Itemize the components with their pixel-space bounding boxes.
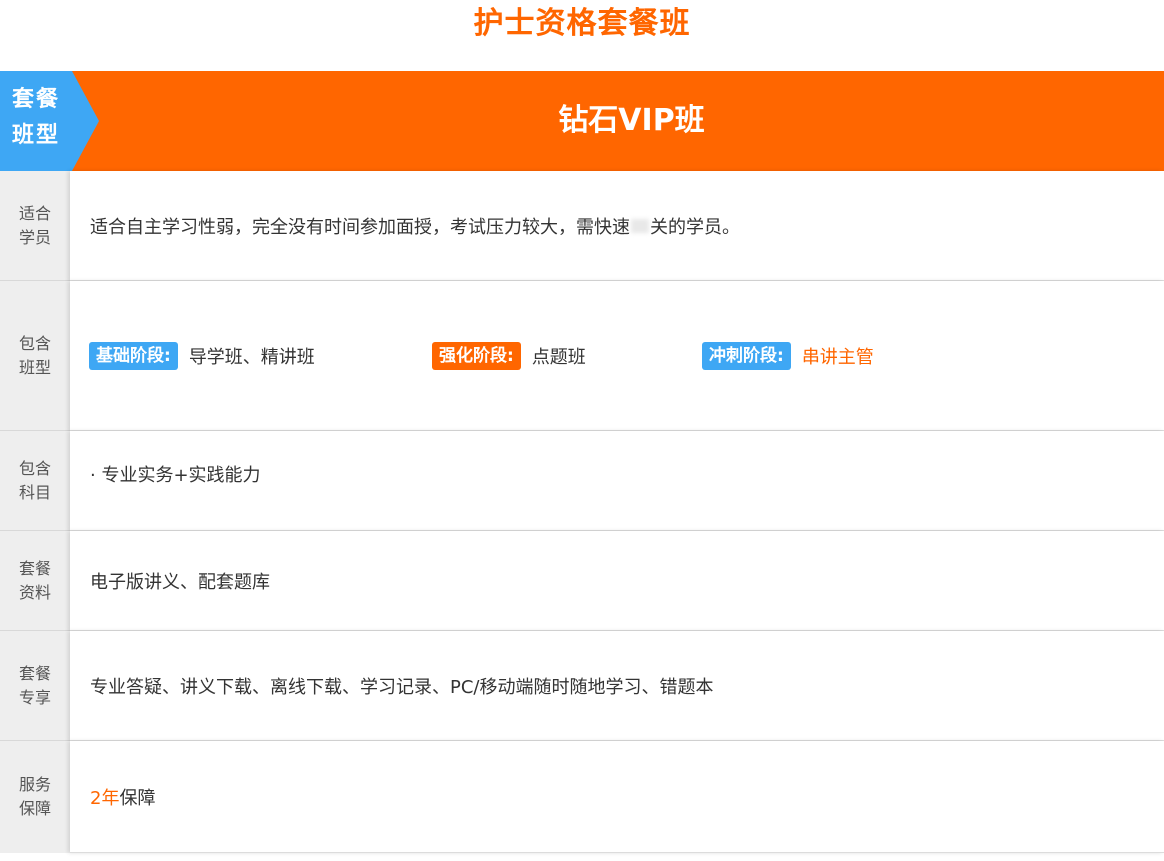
stage-intensive-text: 点题班	[531, 346, 586, 368]
label-line1: 包含	[18, 334, 51, 353]
label-line2: 学员	[18, 228, 51, 247]
header-tag: 套餐 班型	[0, 71, 72, 171]
label-line2: 专享	[18, 688, 51, 707]
label-line1: 套餐	[18, 664, 51, 683]
row-label-materials: 套餐 资料	[0, 531, 70, 631]
subjects-text: · 专业实务+实践能力	[90, 465, 261, 486]
row-subjects: 包含 科目 · 专业实务+实践能力	[0, 431, 1164, 531]
label-line2: 保障	[18, 799, 51, 818]
label-line1: 套餐	[18, 559, 51, 578]
row-label-subjects: 包含 科目	[0, 431, 70, 531]
row-label-students: 适合 学员	[0, 171, 70, 281]
stage-sprint-text: 串讲主管	[801, 346, 874, 368]
row-guarantee: 服务 保障 2年 保障	[0, 741, 1164, 853]
stage-sprint-badge: 冲刺阶段:	[702, 341, 791, 370]
row-materials: 套餐 资料 电子版讲义、配套题库	[0, 531, 1164, 631]
row-classes: 包含 班型 基础阶段: 导学班、精讲班 强化阶段: 点题班 冲刺阶段: 串讲主管	[0, 281, 1164, 431]
row-exclusive: 套餐 专享 专业答疑、讲义下载、离线下载、学习记录、PC/移动端随时随地学习、错…	[0, 631, 1164, 741]
row-content-materials: 电子版讲义、配套题库	[70, 531, 1164, 631]
row-content-exclusive: 专业答疑、讲义下载、离线下载、学习记录、PC/移动端随时随地学习、错题本	[70, 631, 1164, 741]
stage-basic-text: 导学班、精讲班	[188, 346, 315, 368]
row-content-students: 适合自主学习性弱，完全没有时间参加面授，考试压力较大，需快速 关的学员。	[70, 171, 1164, 281]
label-line2: 资料	[18, 583, 51, 602]
header-tag-arrow	[72, 71, 99, 171]
exclusive-text: 专业答疑、讲义下载、离线下载、学习记录、PC/移动端随时随地学习、错题本	[90, 676, 714, 698]
label-line2: 班型	[18, 358, 51, 377]
row-content-guarantee: 2年 保障	[70, 741, 1164, 853]
label-line2: 科目	[18, 483, 51, 502]
stage-intensive: 强化阶段: 点题班	[432, 281, 586, 430]
stage-intensive-badge: 强化阶段:	[432, 341, 521, 370]
stage-sprint: 冲刺阶段: 串讲主管	[702, 281, 874, 430]
stage-basic: 基础阶段: 导学班、精讲班	[89, 281, 315, 430]
page-title: 护士资格套餐班	[473, 6, 691, 41]
stage-basic-badge: 基础阶段:	[89, 341, 178, 370]
header-tag-line2: 班型	[11, 123, 60, 148]
header-tag-line1: 套餐	[11, 87, 60, 112]
row-content-classes: 基础阶段: 导学班、精讲班 强化阶段: 点题班 冲刺阶段: 串讲主管	[70, 281, 1164, 431]
row-label-exclusive: 套餐 专享	[0, 631, 70, 741]
students-text-after: 关的学员。	[650, 216, 740, 238]
label-line1: 适合	[18, 204, 51, 223]
blurred-text	[631, 218, 649, 233]
row-content-subjects: · 专业实务+实践能力	[70, 431, 1164, 531]
students-text-before: 适合自主学习性弱，完全没有时间参加面授，考试压力较大，需快速	[90, 216, 630, 238]
guarantee-highlight: 2年	[90, 787, 120, 809]
package-title: 钻石VIP班	[558, 103, 705, 138]
row-students: 适合 学员 适合自主学习性弱，完全没有时间参加面授，考试压力较大，需快速 关的学员…	[0, 171, 1164, 281]
guarantee-text: 保障	[119, 787, 156, 809]
materials-text: 电子版讲义、配套题库	[90, 571, 270, 593]
label-line1: 包含	[18, 459, 51, 478]
row-label-guarantee: 服务 保障	[0, 741, 70, 853]
row-label-classes: 包含 班型	[0, 281, 70, 431]
label-line1: 服务	[18, 775, 51, 794]
